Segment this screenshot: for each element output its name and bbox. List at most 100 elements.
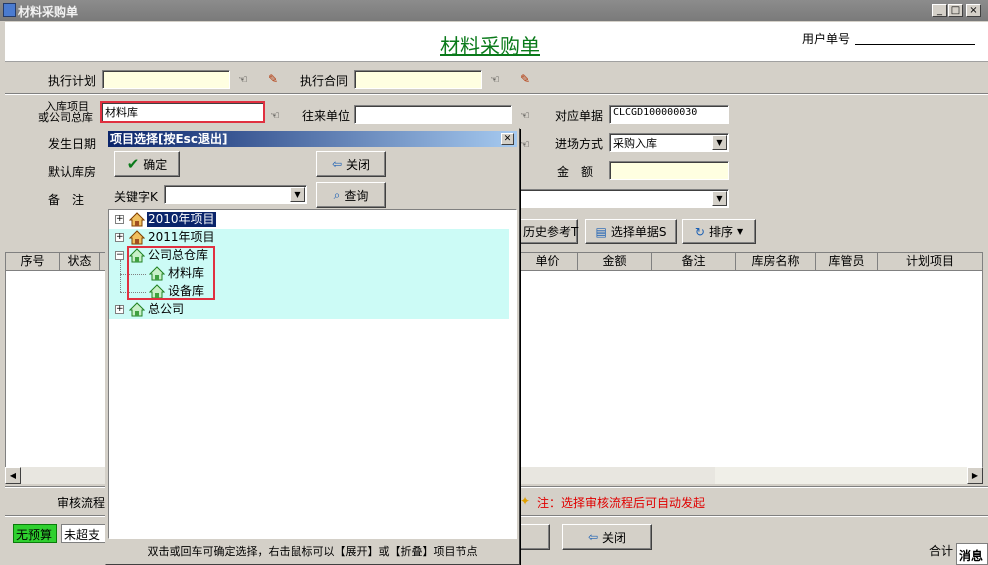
query-button[interactable]: ⌕ 查询 (316, 182, 386, 208)
keyword-label: 关键字K (114, 190, 158, 204)
page-title: 材料采购单 (440, 34, 540, 58)
query-label: 查询 (344, 188, 369, 203)
document-header: 材料采购单 用户单号 (5, 22, 988, 62)
pointing-hand-icon[interactable]: ☜ (238, 74, 254, 86)
house-icon (129, 212, 145, 227)
project-select-dialog: 项目选择[按Esc退出] ✕ ✔ 确定 ⇦ 关闭 关键字K ▼ ⌕ 查询 + 2… (105, 128, 520, 565)
close-form-label: 关闭 (602, 530, 627, 545)
sort-icon: ↻ (694, 224, 705, 239)
contract-input[interactable] (354, 70, 482, 89)
history-button[interactable]: 历史参考T (520, 219, 578, 244)
default-store-label: 默认库房 (48, 165, 97, 179)
entry-mode-label: 进场方式 (555, 137, 604, 151)
dialog-title: 项目选择[按Esc退出] ✕ (108, 131, 517, 147)
house-icon (129, 230, 145, 245)
dialog-close-button[interactable]: ⇦ 关闭 (316, 151, 386, 177)
tree-line (120, 260, 121, 274)
column-header[interactable]: 库管员 (816, 253, 878, 271)
history-label: 历史参考T (523, 225, 579, 239)
window-titlebar: 材料采购单 _ □ × (0, 0, 988, 21)
column-header[interactable]: 备注 (652, 253, 736, 271)
entry-mode-value: 采购入库 (613, 137, 657, 150)
budget-badge: 无预算 (13, 524, 57, 543)
dialog-hint: 双击或回车可确定选择，右击鼠标可以【展开】或【折叠】项目节点 (147, 545, 478, 558)
document-icon: ▤ (595, 224, 607, 239)
audit-note: 注：选择审核流程后可自动发起 (537, 496, 706, 510)
tree-line (120, 274, 121, 292)
pointing-hand-icon[interactable]: ☜ (270, 110, 286, 122)
exit-door-icon: ⇦ (331, 157, 343, 171)
divider (5, 93, 988, 95)
app-icon (3, 3, 16, 17)
dropdown-arrow-icon[interactable]: ▼ (712, 191, 727, 206)
overspend-badge: 未超支 (61, 524, 107, 543)
sort-label: 排序 (708, 225, 733, 239)
dialog-close-label: 关闭 (346, 157, 371, 172)
amount-input[interactable] (609, 161, 729, 180)
user-no-field[interactable] (855, 44, 975, 45)
message-tab[interactable]: 消息 (956, 543, 988, 565)
pointing-hand-icon[interactable]: ☜ (490, 74, 506, 86)
tree-node-label: 2011年项目 (148, 230, 215, 244)
tree-node-label: 2010年项目 (146, 211, 217, 228)
clear-brush-icon[interactable]: ✎ (520, 72, 536, 86)
ref-doc-input[interactable]: CLCGD100000030 (609, 105, 729, 124)
clear-brush-icon[interactable]: ✎ (268, 72, 284, 86)
plan-input[interactable] (102, 70, 230, 89)
column-header[interactable]: 库房名称 (736, 253, 816, 271)
remark-label: 备 注 (48, 193, 85, 207)
expand-icon[interactable]: + (115, 305, 124, 314)
column-header[interactable]: 序号 (6, 253, 60, 271)
scroll-thumb[interactable] (715, 467, 967, 484)
tree-node[interactable]: + 2010年项目 (109, 211, 509, 229)
ok-label: 确定 (143, 157, 168, 172)
contract-label: 执行合同 (300, 74, 349, 88)
save-button[interactable] (520, 524, 550, 550)
ok-button[interactable]: ✔ 确定 (114, 151, 180, 177)
partner-label: 往来单位 (302, 109, 351, 123)
tree-node[interactable]: + 总公司 (109, 301, 509, 319)
pointing-hand-icon[interactable]: ☜ (520, 139, 536, 151)
dropdown-arrow-icon[interactable]: ▼ (712, 135, 727, 150)
collapse-icon[interactable]: − (115, 251, 124, 260)
expand-icon[interactable]: + (115, 233, 124, 242)
ref-doc-label: 对应单据 (555, 109, 604, 123)
entry-mode-select[interactable]: 采购入库 ▼ (609, 133, 729, 152)
close-button[interactable]: × (966, 4, 981, 17)
lightbulb-icon: ✦ (520, 494, 531, 508)
sort-button[interactable]: ↻ 排序 ▼ (682, 219, 756, 244)
tree-node[interactable]: + 2011年项目 (109, 229, 509, 247)
partner-input[interactable] (354, 105, 512, 124)
tree-node-label: 总公司 (148, 302, 185, 316)
close-form-button[interactable]: ⇦ 关闭 (562, 524, 652, 550)
total-label: 合计 (929, 544, 954, 558)
dropdown-arrow-icon[interactable]: ▼ (290, 187, 305, 202)
checkmark-icon: ✔ (126, 155, 140, 173)
amount-label: 金 额 (557, 165, 594, 179)
expand-icon[interactable]: + (115, 215, 124, 224)
exit-door-icon: ⇦ (587, 530, 599, 544)
remark-input[interactable]: ▼ (520, 189, 729, 208)
keyword-combo[interactable]: ▼ (164, 185, 307, 204)
scroll-right-icon[interactable]: ▶ (967, 467, 983, 484)
minimize-button[interactable]: _ (932, 4, 947, 17)
column-header[interactable]: 计划项目 (878, 253, 982, 271)
column-header[interactable]: 单价 (518, 253, 578, 271)
maximize-button[interactable]: □ (948, 4, 963, 17)
plan-label: 执行计划 (48, 74, 97, 88)
warehouse-input[interactable]: 材料库 (100, 101, 265, 123)
dialog-title-text: 项目选择[按Esc退出] (110, 132, 228, 146)
window-title: 材料采购单 (18, 5, 79, 19)
scroll-left-icon[interactable]: ◀ (5, 467, 21, 484)
column-header[interactable]: 状态 (60, 253, 100, 271)
pointing-hand-icon[interactable]: ☜ (520, 110, 536, 122)
audit-label: 审核流程 (57, 496, 106, 510)
project-tree[interactable]: + 2010年项目 + 2011年项目 − 公司总仓库 材料库 设备库 + 总公… (108, 209, 517, 539)
dialog-close-icon[interactable]: ✕ (501, 133, 514, 145)
column-header[interactable]: 金额 (578, 253, 652, 271)
search-icon: ⌕ (333, 187, 341, 202)
chevron-down-icon: ▼ (736, 227, 744, 236)
highlight-box (127, 246, 215, 300)
warehouse-label-2: 或公司总库 (38, 111, 93, 124)
select-doc-button[interactable]: ▤ 选择单据S (585, 219, 677, 244)
